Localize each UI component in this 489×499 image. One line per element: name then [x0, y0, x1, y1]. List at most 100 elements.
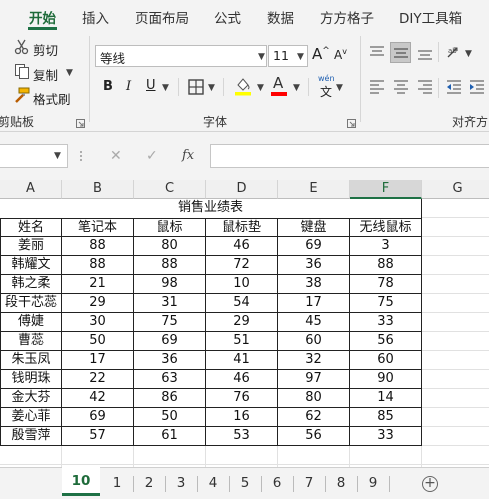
- cut-label[interactable]: 剪切: [33, 40, 58, 59]
- column-header-d[interactable]: D: [206, 180, 278, 199]
- sheet-tab-7[interactable]: 7: [294, 475, 324, 491]
- table-cell[interactable]: 17: [278, 294, 350, 313]
- table-cell[interactable]: 36: [134, 351, 206, 370]
- formula-input[interactable]: [210, 144, 489, 168]
- table-cell[interactable]: 韩耀文: [0, 256, 62, 275]
- font-color-dropdown-icon[interactable]: ▼: [293, 83, 300, 93]
- table-header-cell[interactable]: 鼠标: [134, 218, 206, 237]
- table-cell[interactable]: 14: [350, 389, 422, 408]
- table-cell[interactable]: 33: [350, 427, 422, 446]
- table-cell[interactable]: 韩之柔: [0, 275, 62, 294]
- table-cell[interactable]: 曹蕊: [0, 332, 62, 351]
- table-cell[interactable]: 97: [278, 370, 350, 389]
- table-cell[interactable]: 16: [206, 408, 278, 427]
- grow-font-icon[interactable]: A^: [312, 45, 330, 63]
- font-size-dropdown-icon[interactable]: ▼: [297, 52, 304, 62]
- table-cell[interactable]: 69: [62, 408, 134, 427]
- sheet-tab-5[interactable]: 5: [230, 475, 260, 491]
- sheet-tab-8[interactable]: 8: [326, 475, 356, 491]
- copy-icon[interactable]: [14, 63, 30, 83]
- bold-button[interactable]: B: [103, 79, 113, 94]
- italic-button[interactable]: I: [126, 79, 131, 94]
- column-header-g[interactable]: G: [422, 180, 489, 199]
- sheet-tab-3[interactable]: 3: [166, 475, 196, 491]
- table-cell[interactable]: 86: [134, 389, 206, 408]
- table-header-cell[interactable]: 姓名: [0, 218, 62, 237]
- table-cell[interactable]: 90: [350, 370, 422, 389]
- table-cell[interactable]: 98: [134, 275, 206, 294]
- borders-icon[interactable]: [188, 79, 204, 99]
- table-cell[interactable]: 10: [206, 275, 278, 294]
- copy-label[interactable]: 复制: [33, 65, 58, 84]
- table-cell[interactable]: 42: [62, 389, 134, 408]
- align-left-icon[interactable]: [369, 80, 385, 98]
- table-cell[interactable]: 62: [278, 408, 350, 427]
- table-cell[interactable]: 30: [62, 313, 134, 332]
- font-launcher-icon[interactable]: [347, 117, 356, 132]
- column-header-c[interactable]: C: [134, 180, 206, 199]
- table-header-cell[interactable]: 笔记本: [62, 218, 134, 237]
- tab-fangfang[interactable]: 方方格子: [320, 7, 374, 27]
- align-top-icon[interactable]: [369, 46, 385, 64]
- table-cell[interactable]: 钱明珠: [0, 370, 62, 389]
- table-cell[interactable]: 57: [62, 427, 134, 446]
- table-cell[interactable]: 31: [134, 294, 206, 313]
- format-painter-icon[interactable]: [14, 87, 30, 107]
- table-cell[interactable]: 69: [134, 332, 206, 351]
- column-header-a[interactable]: A: [0, 180, 62, 199]
- table-cell[interactable]: 41: [206, 351, 278, 370]
- table-cell[interactable]: 56: [278, 427, 350, 446]
- align-bottom-icon[interactable]: [417, 46, 433, 64]
- align-right-icon[interactable]: [417, 80, 433, 98]
- copy-dropdown-icon[interactable]: ▼: [66, 68, 73, 78]
- table-cell[interactable]: 50: [134, 408, 206, 427]
- table-cell[interactable]: 51: [206, 332, 278, 351]
- table-cell[interactable]: 76: [206, 389, 278, 408]
- table-cell[interactable]: 54: [206, 294, 278, 313]
- sheet-tab-2[interactable]: 2: [134, 475, 164, 491]
- column-header-b[interactable]: B: [62, 180, 134, 199]
- confirm-icon[interactable]: ✓: [146, 148, 158, 164]
- font-color-icon[interactable]: A: [273, 74, 283, 92]
- column-header-e[interactable]: E: [278, 180, 350, 199]
- table-cell[interactable]: 段干芯蕊: [0, 294, 62, 313]
- tab-insert[interactable]: 插入: [82, 7, 109, 27]
- table-cell[interactable]: 33: [350, 313, 422, 332]
- fill-color-icon[interactable]: [234, 76, 252, 100]
- orientation-icon[interactable]: ab: [446, 44, 464, 64]
- table-cell[interactable]: 姜丽: [0, 237, 62, 256]
- fill-color-dropdown-icon[interactable]: ▼: [257, 83, 264, 93]
- table-cell[interactable]: 85: [350, 408, 422, 427]
- underline-dropdown-icon[interactable]: ▼: [162, 83, 169, 93]
- table-cell[interactable]: 50: [62, 332, 134, 351]
- table-cell[interactable]: 80: [134, 237, 206, 256]
- table-cell[interactable]: 46: [206, 237, 278, 256]
- table-cell[interactable]: 38: [278, 275, 350, 294]
- table-cell[interactable]: 60: [278, 332, 350, 351]
- tab-page-layout[interactable]: 页面布局: [135, 7, 189, 27]
- table-cell[interactable]: 75: [134, 313, 206, 332]
- table-cell[interactable]: 78: [350, 275, 422, 294]
- borders-dropdown-icon[interactable]: ▼: [208, 83, 215, 93]
- orientation-dropdown-icon[interactable]: ▼: [465, 49, 472, 59]
- insert-function-icon[interactable]: fx: [182, 148, 194, 163]
- table-cell[interactable]: 88: [62, 237, 134, 256]
- sheet-tab-1[interactable]: 1: [102, 475, 132, 491]
- table-cell[interactable]: 60: [350, 351, 422, 370]
- cancel-icon[interactable]: ✕: [110, 148, 122, 164]
- tab-formulas[interactable]: 公式: [214, 7, 241, 27]
- table-cell[interactable]: 金大芬: [0, 389, 62, 408]
- sheet-tab-9[interactable]: 9: [358, 475, 388, 491]
- underline-button[interactable]: U: [146, 78, 156, 93]
- table-header-cell[interactable]: 键盘: [278, 218, 350, 237]
- column-header-f[interactable]: F: [350, 180, 422, 199]
- sheet-tab-4[interactable]: 4: [198, 475, 228, 491]
- font-name-field[interactable]: 等线: [95, 45, 267, 67]
- decrease-indent-icon[interactable]: [446, 80, 462, 98]
- add-sheet-button[interactable]: +: [422, 476, 438, 492]
- tab-data[interactable]: 数据: [267, 7, 294, 27]
- sheet-tab-6[interactable]: 6: [262, 475, 292, 491]
- scissors-icon[interactable]: [14, 39, 30, 59]
- tab-home[interactable]: 开始: [29, 7, 56, 27]
- table-cell[interactable]: 姜心菲: [0, 408, 62, 427]
